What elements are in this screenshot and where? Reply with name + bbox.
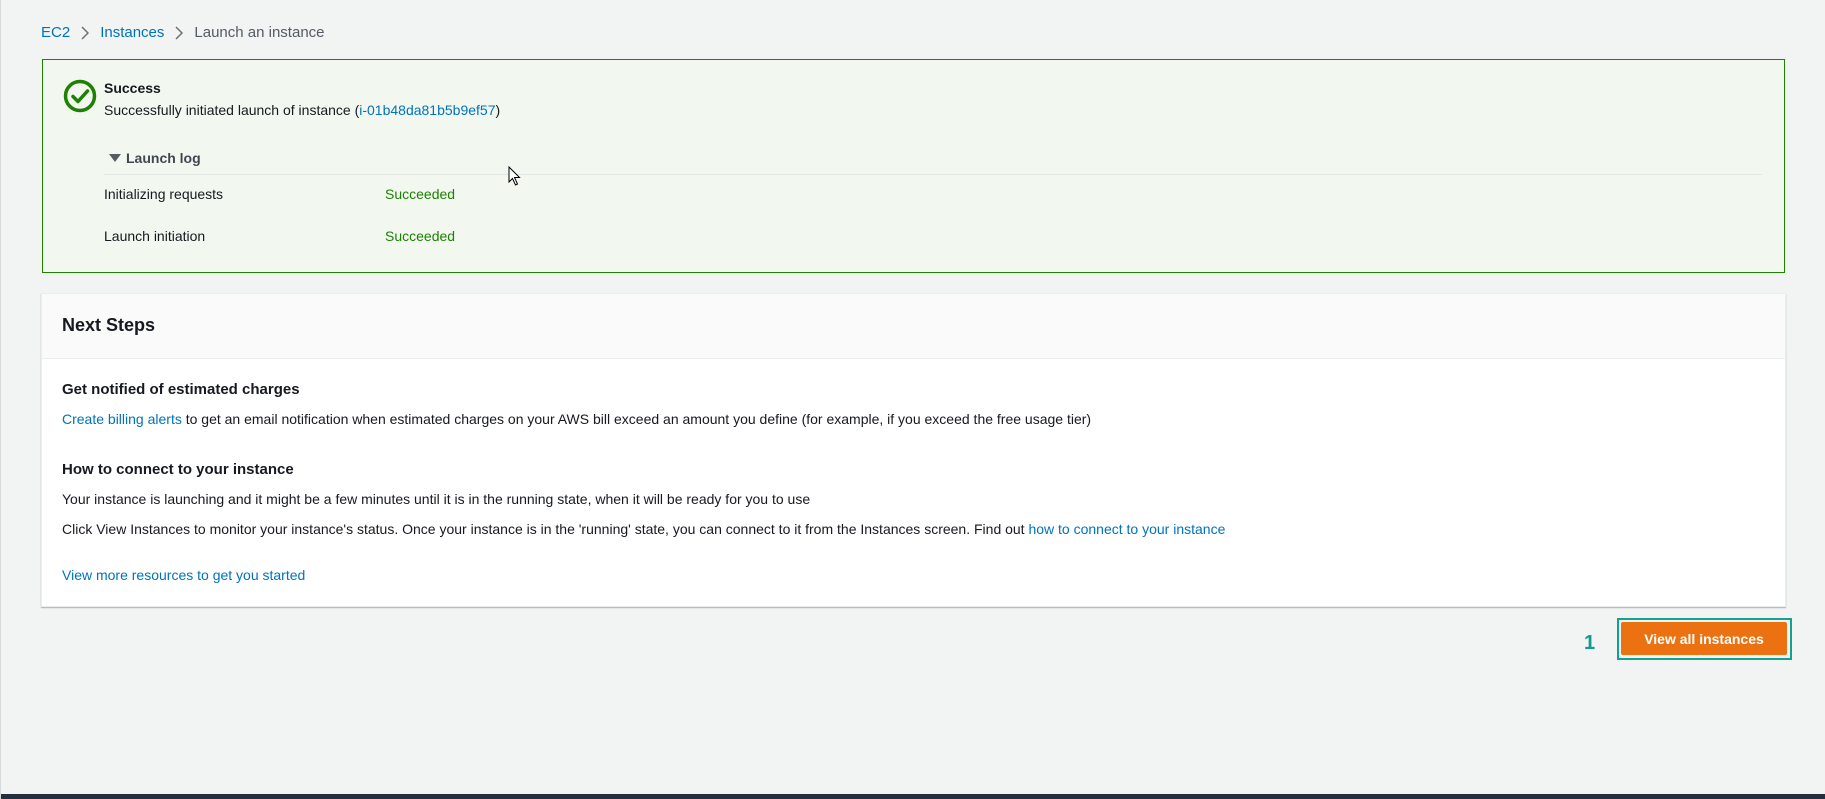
flash-title: Success xyxy=(104,80,161,96)
breadcrumb: EC2 Instances Launch an instance xyxy=(41,24,325,41)
next-steps-panel: Next Steps Get notified of estimated cha… xyxy=(41,293,1786,607)
instance-id-link[interactable]: i-01b48da81b5b9ef57 xyxy=(359,102,495,118)
caret-down-icon xyxy=(109,154,121,162)
success-flash: Success Successfully initiated launch of… xyxy=(42,59,1785,273)
mouse-pointer-icon xyxy=(508,165,522,186)
chevron-right-icon xyxy=(70,25,100,40)
next-steps-title: Next Steps xyxy=(42,294,1785,359)
connect-line-1: Your instance is launching and it might … xyxy=(62,491,811,507)
chevron-right-icon xyxy=(164,25,194,40)
flash-message: Successfully initiated launch of instanc… xyxy=(104,102,500,118)
launch-instance-page: EC2 Instances Launch an instance Success… xyxy=(0,0,1825,799)
connect-line-2-text: Click View Instances to monitor your ins… xyxy=(62,521,1029,537)
breadcrumb-ec2-link[interactable]: EC2 xyxy=(41,24,70,41)
check-circle-icon xyxy=(63,79,97,113)
billing-heading: Get notified of estimated charges xyxy=(62,381,300,398)
flash-message-suffix: ) xyxy=(495,102,501,118)
flash-message-prefix: Successfully initiated launch of instanc… xyxy=(104,102,360,118)
view-more-resources-link[interactable]: View more resources to get you started xyxy=(62,567,305,583)
log-row: Initializing requests Succeeded xyxy=(104,186,455,202)
log-step: Initializing requests xyxy=(104,186,224,202)
step-number-label: 1 xyxy=(1584,632,1596,654)
connect-heading: How to connect to your instance xyxy=(62,461,294,478)
how-to-connect-link[interactable]: how to connect to your instance xyxy=(1028,521,1225,537)
breadcrumb-current: Launch an instance xyxy=(194,24,325,41)
billing-text: Create billing alerts to get an email no… xyxy=(62,411,1091,427)
log-row: Launch initiation Succeeded xyxy=(104,228,455,244)
view-all-instances-button[interactable]: View all instances xyxy=(1621,622,1787,655)
log-status: Succeeded xyxy=(385,186,456,202)
launch-log-toggle[interactable]: Launch log xyxy=(107,150,201,166)
log-status: Succeeded xyxy=(385,228,456,244)
create-billing-alerts-link[interactable]: Create billing alerts xyxy=(62,411,182,427)
divider xyxy=(104,174,1762,175)
more-resources: View more resources to get you started xyxy=(62,567,305,583)
breadcrumb-instances-link[interactable]: Instances xyxy=(100,24,164,41)
connect-line-2: Click View Instances to monitor your ins… xyxy=(62,521,1225,537)
billing-description: to get an email notification when estima… xyxy=(181,411,1092,427)
launch-log-label: Launch log xyxy=(126,150,201,166)
bottom-bar xyxy=(1,794,1825,799)
log-step: Launch initiation xyxy=(104,228,206,244)
